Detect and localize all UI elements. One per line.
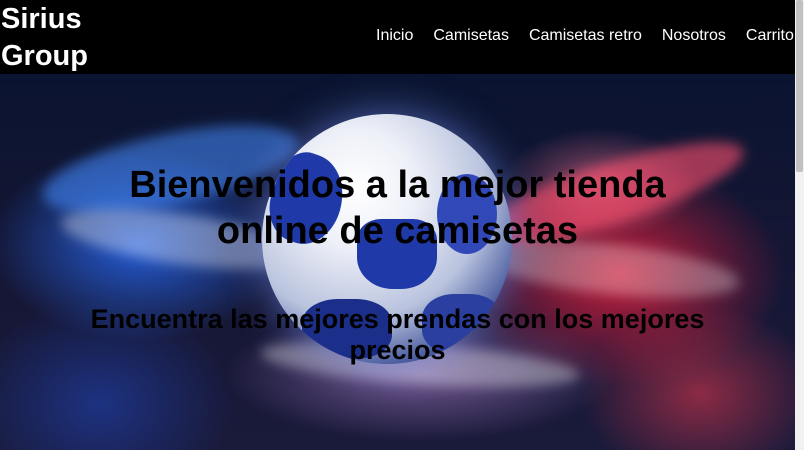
site-logo[interactable]: Sirius Group (1, 1, 111, 75)
hero-title-line-1: Bienvenidos a la mejor tienda (129, 164, 666, 206)
vertical-scrollbar[interactable] (795, 0, 804, 450)
logo-line-2: Group (1, 40, 88, 72)
hero-subtitle-line-2: precios (349, 335, 446, 365)
site-header: Sirius Group Inicio Camisetas Camisetas … (0, 0, 795, 74)
page: Sirius Group Inicio Camisetas Camisetas … (0, 0, 804, 450)
scrollbar-thumb[interactable] (796, 0, 803, 172)
main-nav: Inicio Camisetas Camisetas retro Nosotro… (376, 26, 794, 46)
hero-title-line-2: online de camisetas (216, 210, 579, 252)
nav-link-inicio[interactable]: Inicio (376, 26, 413, 46)
hero-title: Bienvenidos a la mejor tienda online de … (0, 162, 795, 254)
hero-subtitle: Encuentra las mejores prendas con los me… (0, 304, 795, 366)
nav-link-nosotros[interactable]: Nosotros (662, 26, 726, 46)
hero-subtitle-line-1: Encuentra las mejores prendas con los me… (90, 304, 705, 334)
logo-line-1: Sirius (1, 3, 82, 35)
hero-banner: Bienvenidos a la mejor tienda online de … (0, 74, 795, 450)
nav-link-camisetas[interactable]: Camisetas (433, 26, 509, 46)
nav-link-carrito[interactable]: Carrito (746, 26, 794, 46)
nav-link-camisetas-retro[interactable]: Camisetas retro (529, 26, 642, 46)
